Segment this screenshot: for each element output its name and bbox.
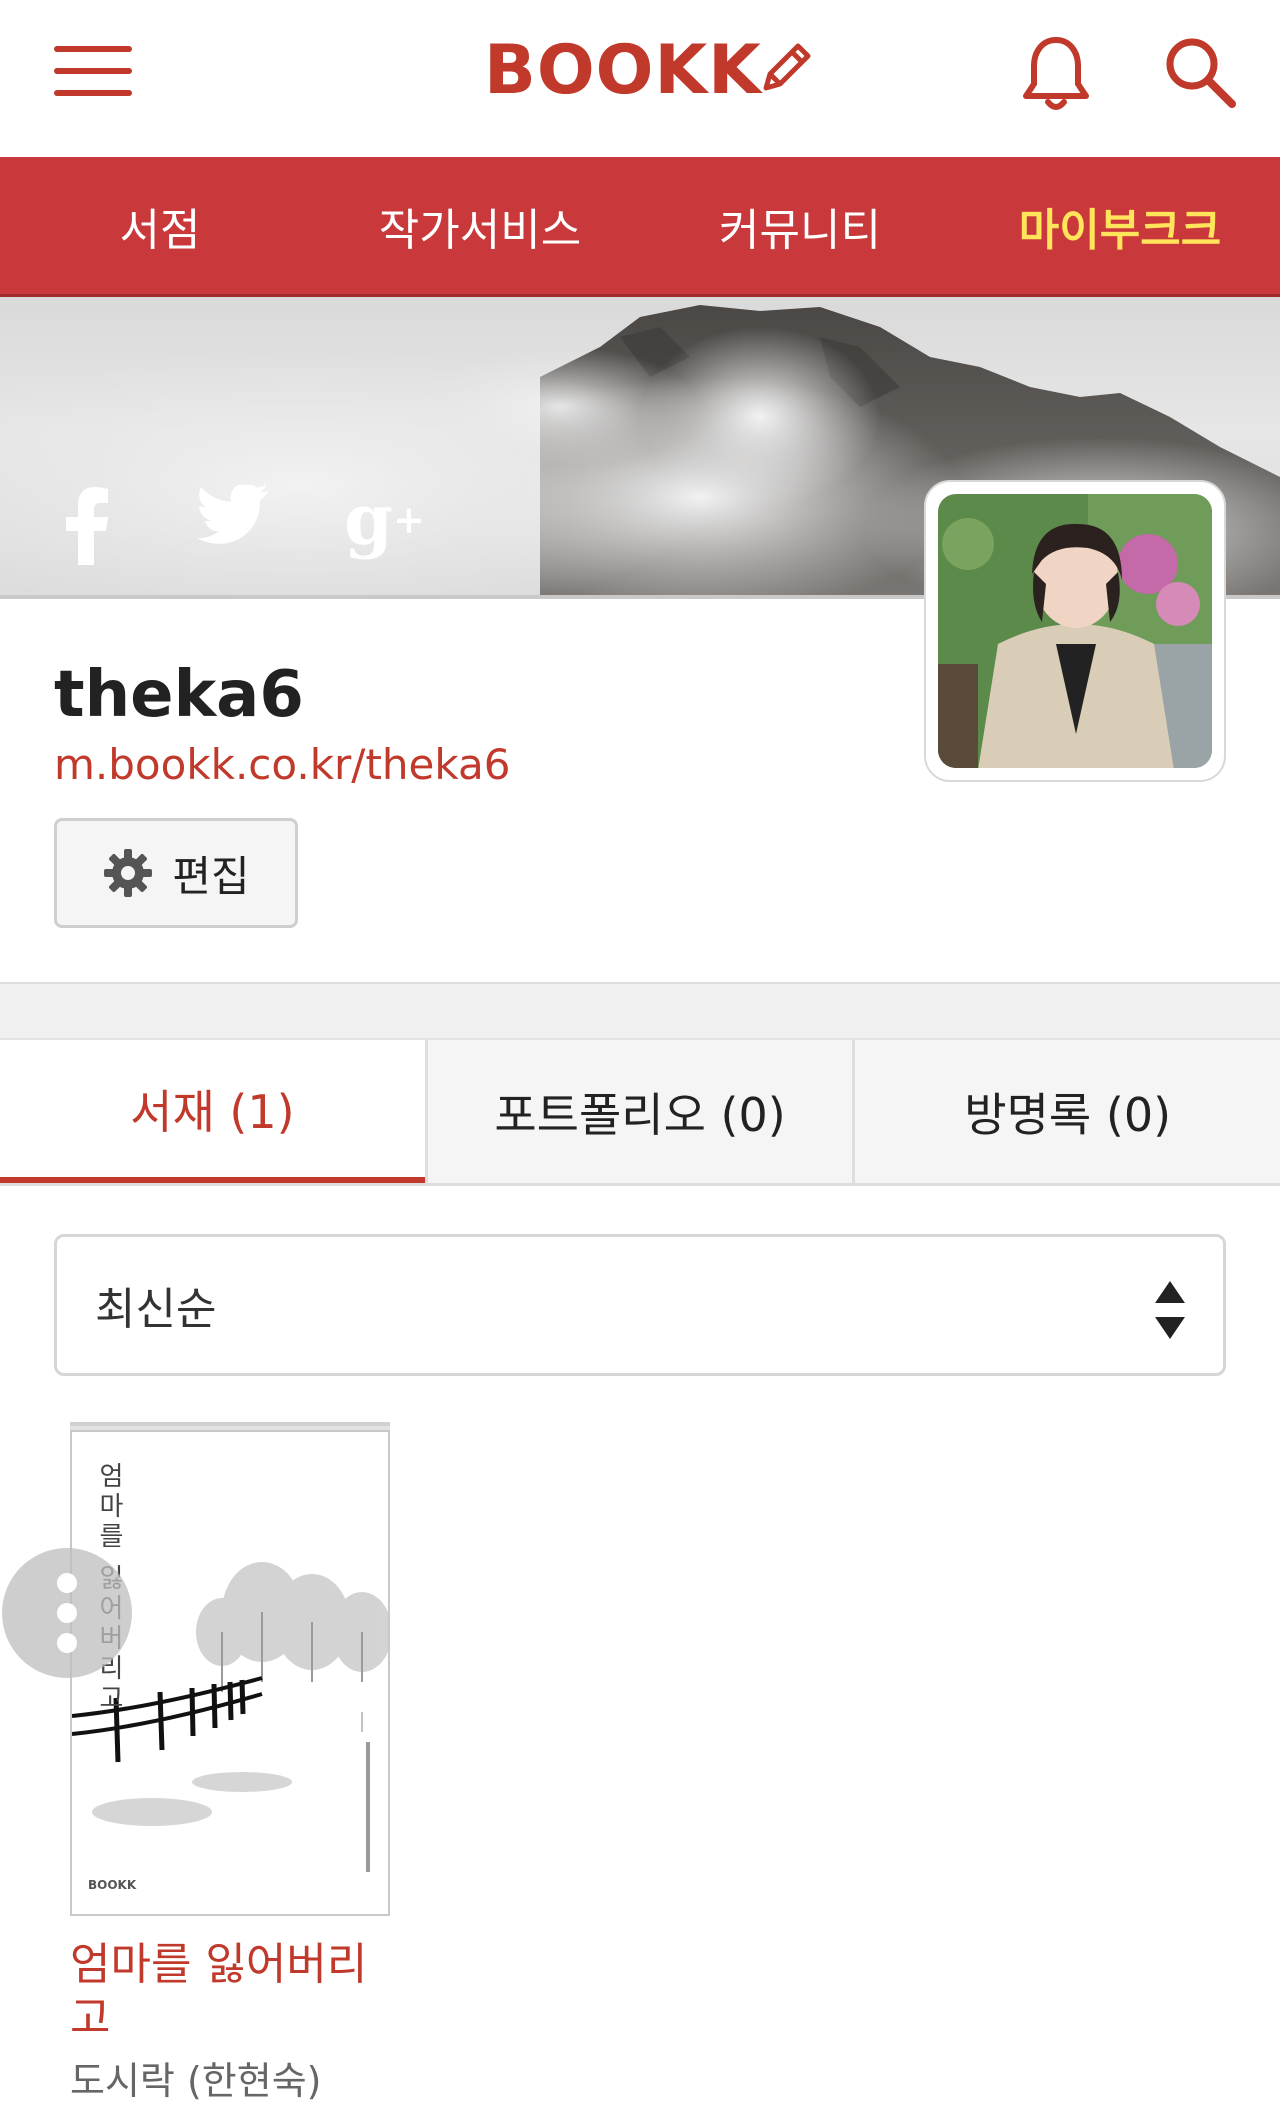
tab-guestbook[interactable]: 방명록 (0) [852, 1040, 1280, 1183]
search-icon[interactable] [1160, 34, 1240, 114]
sort-selected-value: 최신순 [95, 1284, 217, 1335]
profile-url-link[interactable]: m.bookk.co.kr/theka6 [54, 740, 510, 789]
nav-item-bookstore[interactable]: 서점 [0, 157, 320, 294]
pencil-icon [763, 43, 811, 91]
edit-profile-button[interactable]: 편집 [54, 818, 298, 928]
nav-item-community[interactable]: 커뮤니티 [640, 157, 960, 294]
nav-item-my-bookk[interactable]: 마이부크크 [960, 157, 1280, 294]
profile-tabs: 서재 (1) 포트폴리오 (0) 방명록 (0) [0, 1040, 1280, 1186]
twitter-icon[interactable] [198, 485, 270, 545]
app-header: BOOKK [0, 0, 1280, 157]
book-title-link[interactable]: 엄마를 잃어버리고 [70, 1938, 390, 2046]
hamburger-menu-icon[interactable] [54, 46, 134, 98]
profile-avatar[interactable] [924, 480, 1226, 782]
more-vertical-icon [57, 1573, 77, 1653]
google-plus-icon[interactable]: g+ [344, 485, 425, 555]
bookk-logo[interactable]: BOOKK [484, 30, 816, 110]
tab-portfolio[interactable]: 포트폴리오 (0) [424, 1040, 853, 1183]
profile-username: theka6 [54, 658, 304, 732]
facebook-icon[interactable] [62, 485, 112, 565]
tab-library[interactable]: 서재 (1) [0, 1040, 425, 1183]
logo-text: BOOKK [484, 30, 762, 110]
gear-icon [104, 849, 153, 897]
section-separator [0, 982, 1280, 1040]
book-cover[interactable]: 엄마를 잃어버리고 BOOKK [70, 1430, 390, 1916]
book-cover-brand: BOOKK [88, 1878, 137, 1892]
book-author: 도시락 (한현숙) [70, 2059, 322, 2103]
floating-more-button[interactable] [2, 1548, 132, 1678]
avatar-photo [938, 494, 1212, 768]
main-nav: 서점 작가서비스 커뮤니티 마이부크크 [0, 157, 1280, 297]
nav-item-author-service[interactable]: 작가서비스 [320, 157, 640, 294]
sort-select[interactable]: 최신순 [54, 1234, 1226, 1376]
edit-button-label: 편집 [172, 851, 250, 901]
sort-arrows-icon [1155, 1281, 1185, 1339]
bell-icon[interactable] [1020, 34, 1092, 114]
